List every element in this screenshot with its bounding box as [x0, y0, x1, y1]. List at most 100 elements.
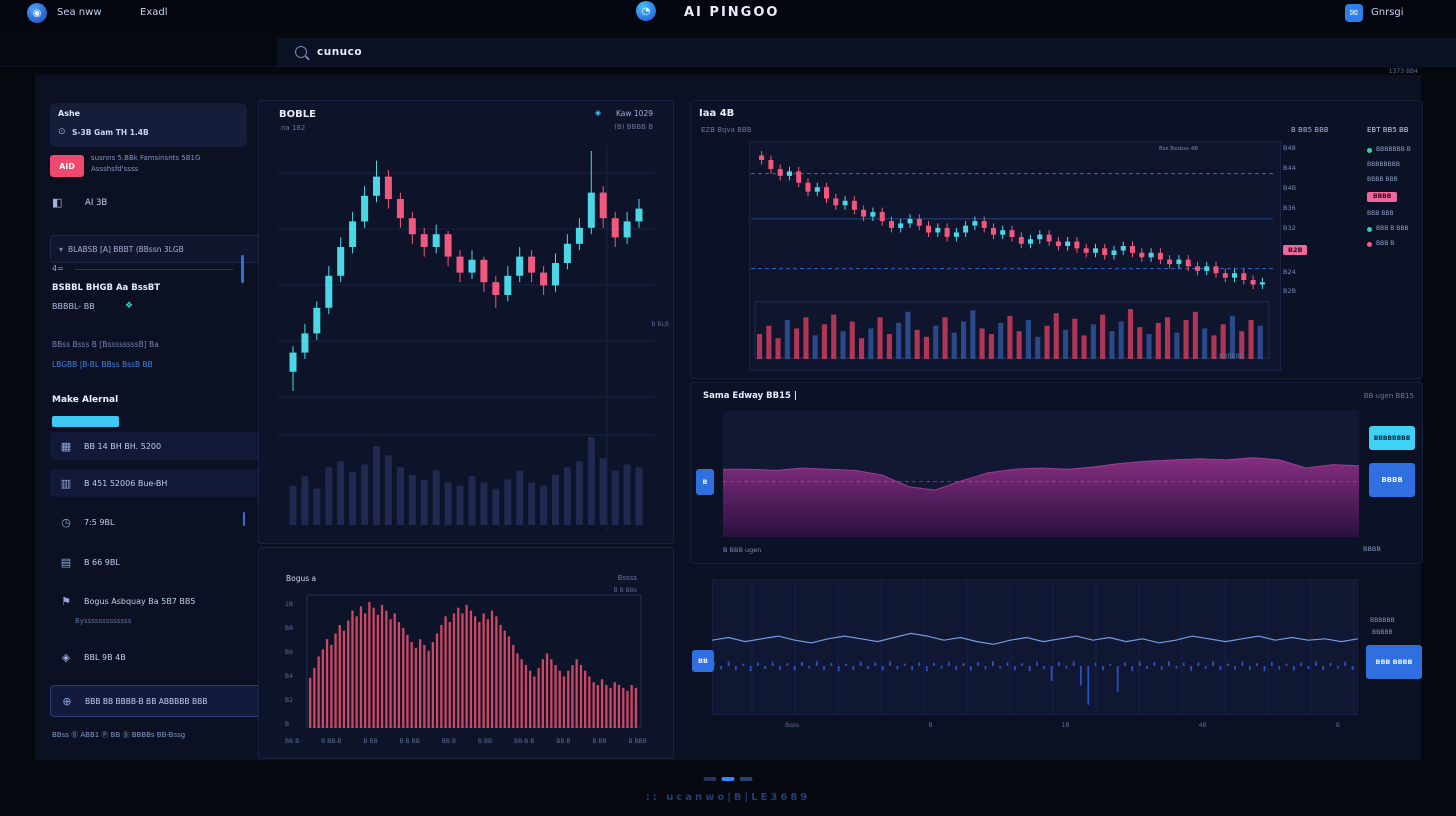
area-primary-button[interactable]: BBBBBBBB — [1369, 426, 1415, 450]
brand-label[interactable]: Sea nww — [57, 7, 102, 18]
market-right-label: EBT BB5 BB — [1367, 126, 1409, 134]
search-row: cunuco — [0, 38, 1456, 67]
svg-text:1B: 1B — [285, 601, 293, 608]
search-value: cunuco — [317, 46, 362, 58]
svg-text:B6: B6 — [285, 649, 293, 656]
vol-label: BBBBBB — [1219, 353, 1244, 360]
mail-icon[interactable]: ✉ — [1345, 4, 1363, 22]
symbol-select-value: BLABSB [A] BBBT (BBssn 3LGB — [68, 245, 184, 254]
flow-button[interactable]: BBB BBBB — [1366, 645, 1422, 679]
card-icon: ▤ — [58, 556, 74, 569]
axis-tick: 4B — [1199, 722, 1207, 729]
search-input[interactable]: cunuco — [277, 38, 1456, 66]
sidebar-item-label: BBB BB BBBB-B BB ABBBBB BBB — [85, 697, 207, 706]
area-side-badge[interactable]: B — [696, 469, 714, 495]
market-panel: Iaa 4B EZB Bqva BBB B BB5 BBB EBT BB5 BB… — [690, 100, 1423, 379]
area-primary-button-label: BBBBBBBB — [1374, 435, 1411, 442]
search-icon — [295, 46, 307, 58]
oscillator-chart[interactable]: 1BB8B6B4B2B — [285, 594, 647, 734]
legend-item[interactable]: BBB B BBB — [1367, 226, 1419, 232]
legend-item[interactable]: BBB B — [1367, 241, 1419, 247]
area-secondary-button[interactable]: BBBB — [1369, 463, 1415, 497]
area-bottom-right: BBBB — [1363, 545, 1381, 553]
flow-side-badge[interactable]: BB — [692, 650, 714, 672]
area-panel: Sama Edway BB15 | BB ugen BB15 B BBBBBBB… — [690, 382, 1423, 564]
sidebar-item-6[interactable]: ⊕ BBB BB BBBB-B BB ABBBBB BBB — [50, 685, 268, 717]
toggle-icon[interactable]: ⊙ — [58, 127, 66, 137]
axis-tick: B BB — [363, 738, 377, 745]
sidebar-scrollbar[interactable] — [241, 255, 244, 283]
account-section-label: Ashe — [58, 109, 80, 118]
flow-chart[interactable] — [712, 579, 1358, 715]
panel-subtitle: na 182 — [281, 124, 305, 132]
stat-title: BSBBL BHGB Aa BssBT — [52, 283, 160, 293]
osc-right-label: Bssss — [618, 574, 637, 582]
logo-icon: ◔ — [636, 1, 656, 21]
price-ticks: B48B44B4BB36B32B2BB24B2B — [1283, 145, 1341, 295]
account-card[interactable]: Ashe ⊙ S-3B Gam TH 1.4B — [50, 103, 247, 147]
legend-item[interactable]: BBBB BBB — [1367, 177, 1419, 183]
panel-title: BOBLE — [279, 109, 316, 120]
app-title: AI PINGOO — [684, 5, 779, 20]
axis-tick: B BB — [592, 738, 606, 745]
sidebar-item-label: B 66 9BL — [84, 558, 120, 567]
mini-scroll-dash[interactable] — [243, 512, 245, 526]
legend-item[interactable]: BBB BBB — [1367, 211, 1419, 217]
panel-clock-sub: (B) BBBB B — [614, 123, 653, 131]
market-candlestick-chart[interactable] — [751, 145, 1273, 295]
ai-row-label[interactable]: AI 3B — [85, 198, 107, 208]
account-row-label: S-3B Gam TH 1.4B — [72, 128, 149, 137]
page-dot-1[interactable] — [704, 777, 717, 781]
menu-item-exadl[interactable]: Exadl — [140, 7, 168, 18]
axis-tick: B BB-B — [321, 738, 341, 745]
oscillator-panel: Bogus a Bssss B B BBs 1BB8B6B4B2B BB BB … — [258, 547, 674, 759]
note-link[interactable]: LBGBB |B-BL BBss BssB BB — [52, 360, 247, 369]
account-label[interactable]: Gnrsgi — [1371, 7, 1404, 18]
legend-item[interactable]: BBBBBBBB — [1367, 162, 1419, 168]
area-chart[interactable] — [723, 411, 1359, 537]
svg-text:B4: B4 — [285, 673, 293, 680]
price-axis-label: B BLB — [651, 321, 669, 328]
sidebar-item-2[interactable]: ◷ 7:5 9BL — [50, 508, 266, 536]
slider-track[interactable] — [75, 269, 233, 270]
aid-text-line1: susnns 5.BBk Famsinsnts 5B1G — [91, 154, 243, 162]
axis-tick: B BB — [478, 738, 492, 745]
market-center-label: B BB5 BBB — [1291, 126, 1329, 134]
sidebar-item-5[interactable]: ◈ BBL 9B 4B — [50, 643, 266, 671]
aid-badge: AID — [50, 155, 84, 177]
sidebar-footer[interactable]: BBss Ⓑ ABB1 Ⓟ BB Ⓑ BBBBs BB-Bssg — [52, 730, 252, 740]
legend-item[interactable]: BBBB — [1367, 192, 1419, 202]
sidebar-item-4[interactable]: ⚑ Bogus Asbquay Ba 5B7 BB5 — [50, 587, 266, 615]
chevron-down-icon: ▾ — [59, 245, 63, 254]
svg-text:B8: B8 — [285, 625, 293, 632]
page-dot-2[interactable] — [722, 777, 735, 781]
candlestick-chart[interactable] — [277, 145, 655, 531]
sidebar-item-1[interactable]: ▥ B 451 52006 Bue-BH — [50, 469, 266, 497]
diamond-icon: ◈ — [58, 651, 74, 664]
panel-title: Iaa 4B — [699, 108, 734, 119]
symbol-select[interactable]: ▾ BLABSB [A] BBBT (BBssn 3LGB — [50, 235, 268, 263]
panel-title: Bogus a — [286, 574, 316, 583]
sidebar-item-0[interactable]: ▦ BB 14 BH BH. 5200 — [50, 432, 266, 460]
flow-side-badge-label: BB — [698, 657, 708, 665]
sidebar-item-label: B 451 52006 Bue-BH — [84, 479, 167, 488]
market-volume-chart[interactable] — [751, 301, 1273, 365]
brand-icon[interactable]: ◉ — [27, 3, 47, 23]
axis-tick: 1B — [1062, 722, 1070, 729]
legend-item[interactable]: BBBBBBB B — [1367, 147, 1419, 153]
osc-right-sub: B B BBs — [614, 587, 637, 594]
sidebar-item-3[interactable]: ▤ B 66 9BL — [50, 548, 266, 576]
slider-label: 4= — [52, 264, 64, 273]
flow-right-text2: BBBBB — [1372, 629, 1393, 636]
axis-tick: B BBB — [629, 738, 647, 745]
sidebar-item-label: BB 14 BH BH. 5200 — [84, 442, 161, 451]
price-tick: B36 — [1283, 205, 1341, 212]
page-dot-3[interactable] — [740, 777, 753, 781]
area-side-badge-label: B — [703, 478, 708, 486]
meta-top-right: 1373 BB4 — [1389, 68, 1418, 75]
live-dot-icon: ◉ — [595, 109, 601, 117]
leaf-icon: ❖ — [125, 301, 133, 311]
sidebar: Ashe ⊙ S-3B Gam TH 1.4B AID susnns 5.BBk… — [35, 75, 253, 760]
area-right-label: BB ugen BB15 — [1364, 392, 1414, 400]
progress-bar — [52, 416, 119, 427]
